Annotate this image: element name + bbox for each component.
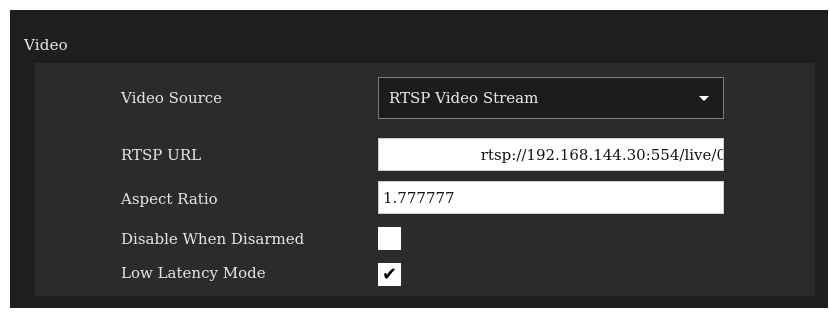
aspect-ratio-input[interactable]: 1.777777	[378, 181, 724, 214]
low-latency-mode-checkbox[interactable]: ✔	[378, 263, 401, 286]
aspect-ratio-label: Aspect Ratio	[121, 190, 218, 208]
rtsp-url-value: rtsp://192.168.144.30:554/live/0	[480, 146, 724, 164]
disable-when-disarmed-checkbox[interactable]	[378, 227, 401, 250]
rtsp-url-input[interactable]: rtsp://192.168.144.30:554/live/0	[378, 138, 724, 171]
aspect-ratio-value: 1.777777	[383, 189, 455, 207]
video-source-select[interactable]: RTSP Video Stream	[378, 77, 724, 119]
disable-when-disarmed-label: Disable When Disarmed	[121, 230, 305, 248]
video-source-value: RTSP Video Stream	[389, 89, 539, 107]
rtsp-url-label: RTSP URL	[121, 146, 202, 164]
low-latency-mode-label: Low Latency Mode	[121, 264, 266, 282]
chevron-down-icon	[699, 96, 709, 101]
checkmark-icon: ✔	[381, 264, 398, 285]
section-title: Video	[24, 36, 68, 54]
video-source-label: Video Source	[121, 89, 223, 107]
